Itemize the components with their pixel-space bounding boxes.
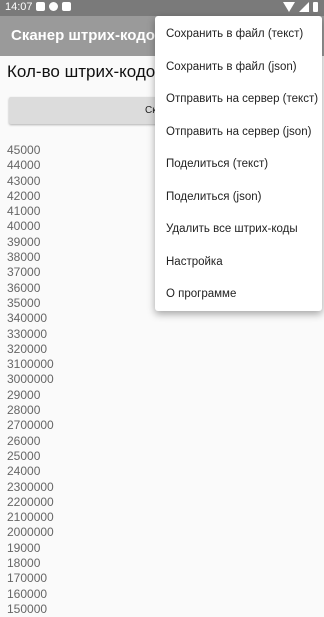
status-time: 14:07 [5,1,33,13]
menu-save-file-text[interactable]: Сохранить в файл (текст) [155,18,322,51]
barcode-item[interactable]: 37000 [7,265,54,280]
menu-delete-all[interactable]: Удалить все штрих-коды [155,213,322,246]
barcode-item[interactable]: 38000 [7,250,54,265]
menu-save-file-json[interactable]: Сохранить в файл (json) [155,51,322,84]
barcode-item[interactable]: 39000 [7,235,54,250]
barcode-item[interactable]: 340000 [7,311,54,326]
barcode-item[interactable]: 170000 [7,571,54,586]
barcode-item[interactable]: 29000 [7,388,54,403]
barcode-item[interactable]: 2300000 [7,480,54,495]
barcode-item[interactable]: 330000 [7,327,54,342]
barcode-item[interactable]: 320000 [7,342,54,357]
chrome-icon [49,2,58,11]
gmail-icon [36,2,45,11]
menu-send-server-json[interactable]: Отправить на сервер (json) [155,116,322,149]
barcode-item[interactable]: 25000 [7,449,54,464]
barcode-item[interactable]: 24000 [7,464,54,479]
menu-settings[interactable]: Настройка [155,246,322,279]
barcode-list: 45000 44000 43000 42000 41000 40000 39000 38000… [7,143,54,617]
barcode-item[interactable]: 36000 [7,281,54,296]
menu-share-text[interactable]: Поделиться (текст) [155,148,322,181]
barcode-item[interactable]: 44000 [7,158,54,173]
barcode-item[interactable]: 40000 [7,219,54,234]
barcode-item[interactable]: 2000000 [7,525,54,540]
barcode-item[interactable]: 160000 [7,587,54,602]
barcode-item[interactable]: 42000 [7,189,54,204]
barcode-item[interactable]: 35000 [7,296,54,311]
barcode-item[interactable]: 3000000 [7,372,54,387]
barcode-item[interactable]: 26000 [7,434,54,449]
barcode-item[interactable]: 41000 [7,204,54,219]
menu-send-server-text[interactable]: Отправить на сервер (текст) [155,83,322,116]
barcode-item[interactable]: 3100000 [7,357,54,372]
status-bar: 14:07 [0,0,324,16]
barcode-item[interactable]: 150000 [7,602,54,617]
menu-about[interactable]: О программе [155,278,322,311]
notification-icons [36,2,71,11]
app-title: Сканер штрих-кодов [11,27,165,44]
barcode-item[interactable]: 43000 [7,174,54,189]
barcode-item[interactable]: 28000 [7,403,54,418]
wifi-icon [283,2,295,12]
sd-card-icon [62,2,71,11]
barcode-item[interactable]: 18000 [7,556,54,571]
signal-icon [299,2,309,12]
barcode-item[interactable]: 19000 [7,541,54,556]
barcode-item[interactable]: 2100000 [7,510,54,525]
system-icons [283,2,318,12]
battery-icon [313,2,318,12]
barcode-item[interactable]: 2200000 [7,495,54,510]
menu-share-json[interactable]: Поделиться (json) [155,181,322,214]
barcode-item[interactable]: 2700000 [7,418,54,433]
barcode-item[interactable]: 45000 [7,143,54,158]
barcode-count-label: Кол-во штрих-кодов: [7,62,169,81]
overflow-menu: Сохранить в файл (текст) Сохранить в файл… [155,16,322,311]
